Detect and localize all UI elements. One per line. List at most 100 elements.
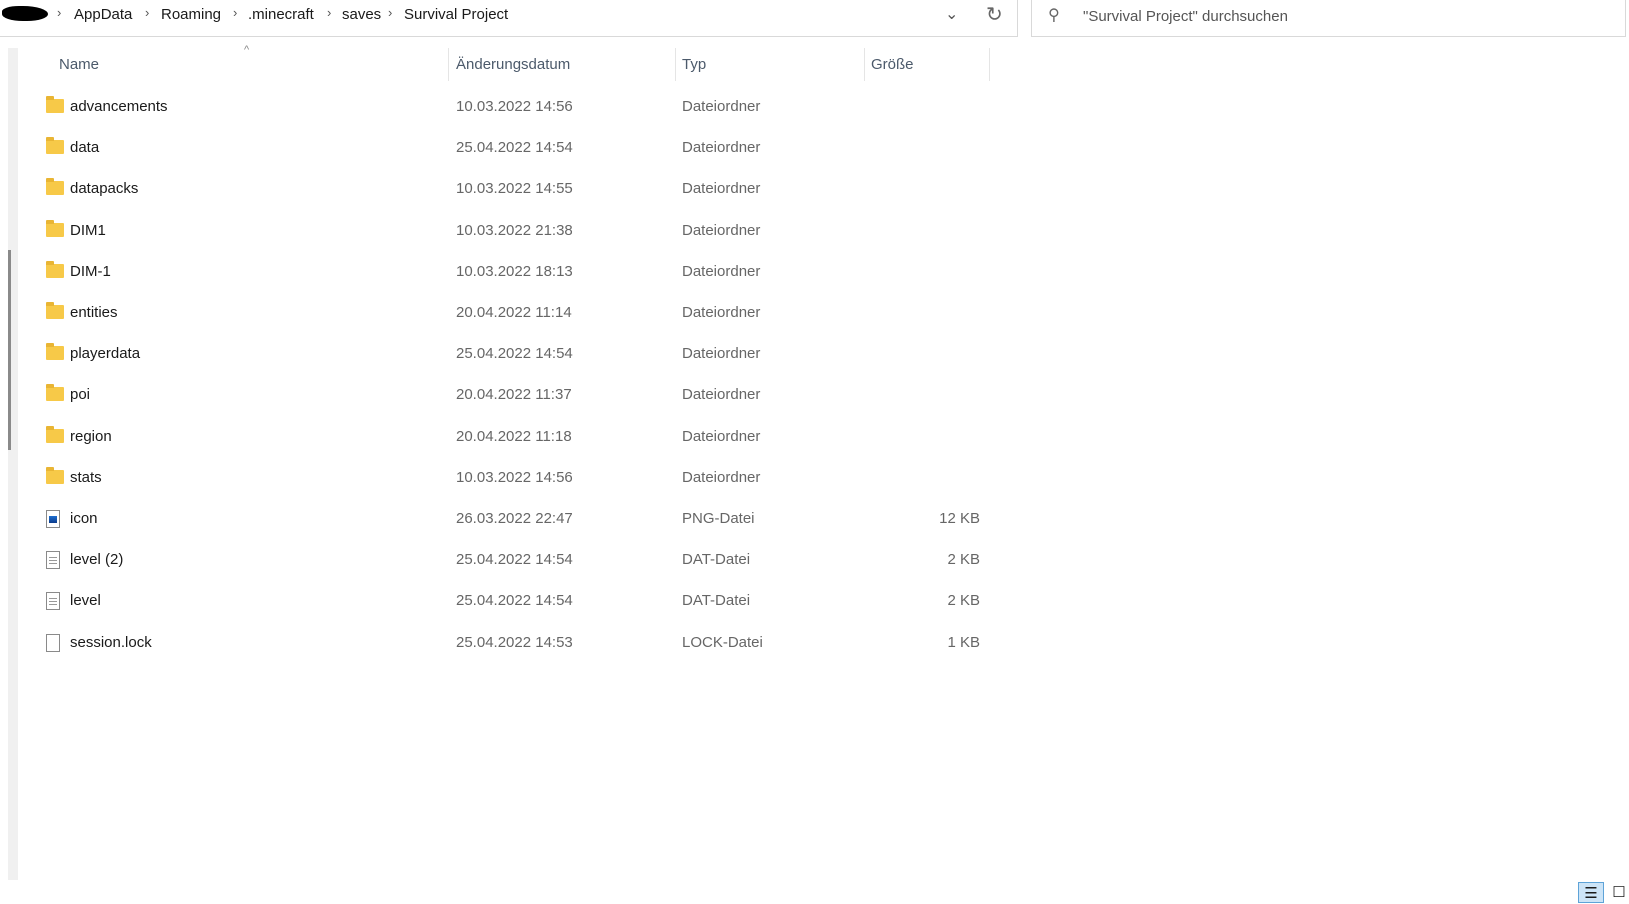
folder-icon: [46, 137, 64, 155]
file-date: 10.03.2022 14:55: [456, 180, 573, 198]
folder-icon: [46, 466, 64, 484]
file-name: datapacks: [70, 180, 139, 198]
file-date: 10.03.2022 14:56: [456, 468, 573, 486]
file-row[interactable]: DIM1 10.03.2022 21:38 Dateiordner: [40, 213, 990, 249]
file-type: Dateiordner: [682, 98, 761, 115]
chevron-down-icon[interactable]: ⌄: [945, 4, 958, 24]
breadcrumb-survival-project[interactable]: Survival Project: [404, 6, 508, 23]
file-date: 10.03.2022 14:56: [456, 98, 573, 115]
column-divider[interactable]: [675, 48, 676, 81]
file-name: DIM-1: [70, 262, 111, 280]
file-row[interactable]: level 25.04.2022 14:54 DAT-Datei 2 KB: [40, 583, 990, 619]
sort-ascending-icon: ^: [244, 44, 250, 56]
file-size: 1 KB: [947, 633, 980, 651]
file-date: 20.04.2022 11:18: [456, 427, 572, 445]
column-header-name[interactable]: Name: [59, 56, 99, 73]
file-type: DAT-Datei: [682, 592, 751, 610]
file-name: poi: [70, 386, 91, 404]
file-name: icon: [70, 510, 98, 527]
file-date: 10.03.2022 21:38: [456, 221, 573, 239]
file-date: 26.03.2022 22:47: [456, 510, 573, 527]
file-row[interactable]: entities 20.04.2022 11:14 Dateiordner: [40, 295, 990, 331]
refresh-icon[interactable]: ↻: [986, 2, 1003, 27]
file-type: Dateiordner: [682, 427, 761, 445]
scrollbar-thumb[interactable]: [8, 250, 11, 450]
details-view-icon[interactable]: ☰: [1578, 882, 1604, 903]
column-header-type[interactable]: Typ: [682, 56, 706, 73]
search-box[interactable]: ⚲ "Survival Project" durchsuchen: [1031, 0, 1626, 37]
folder-icon: [46, 219, 64, 237]
file-name: data: [70, 139, 100, 157]
file-size: 2 KB: [947, 551, 980, 569]
file-name: advancements: [70, 98, 168, 115]
redacted-user-folder: [2, 6, 48, 21]
folder-icon: [46, 178, 64, 196]
file-date: 10.03.2022 18:13: [456, 262, 573, 280]
search-input[interactable]: "Survival Project" durchsuchen: [1083, 8, 1288, 25]
file-row[interactable]: DIM-1 10.03.2022 18:13 Dateiordner: [40, 254, 990, 290]
folder-icon: [46, 384, 64, 402]
file-name: playerdata: [70, 345, 141, 363]
file-type: Dateiordner: [682, 262, 761, 280]
file-name: region: [70, 427, 112, 445]
chevron-right-icon: ›: [57, 5, 62, 20]
text-file-icon: [46, 592, 60, 611]
folder-icon: [46, 425, 64, 443]
file-type: Dateiordner: [682, 386, 761, 404]
file-row[interactable]: session.lock 25.04.2022 14:53 LOCK-Datei…: [40, 625, 990, 661]
file-row[interactable]: data 25.04.2022 14:54 Dateiordner: [40, 130, 990, 166]
column-header-size[interactable]: Größe: [871, 56, 914, 73]
file-type: DAT-Datei: [682, 551, 751, 569]
column-header-date[interactable]: Änderungsdatum: [456, 56, 570, 73]
folder-icon: [46, 343, 64, 361]
file-type: Dateiordner: [682, 304, 761, 321]
file-name: entities: [70, 304, 118, 321]
file-date: 20.04.2022 11:37: [456, 386, 572, 404]
folder-icon: [46, 302, 64, 319]
column-divider[interactable]: [864, 48, 865, 81]
chevron-right-icon: ›: [233, 5, 238, 20]
file-type: Dateiordner: [682, 468, 761, 486]
breadcrumb-minecraft[interactable]: .minecraft: [248, 6, 314, 23]
file-row[interactable]: region 20.04.2022 11:18 Dateiordner: [40, 419, 990, 455]
vertical-scrollbar[interactable]: [8, 48, 18, 880]
file-row[interactable]: stats 10.03.2022 14:56 Dateiordner: [40, 460, 990, 496]
file-row[interactable]: advancements 10.03.2022 14:56 Dateiordne…: [40, 89, 990, 125]
file-type: Dateiordner: [682, 180, 761, 198]
file-size: 12 KB: [939, 510, 980, 527]
file-row[interactable]: level (2) 25.04.2022 14:54 DAT-Datei 2 K…: [40, 542, 990, 578]
file-name: DIM1: [70, 221, 106, 239]
breadcrumb-saves[interactable]: saves: [342, 6, 381, 23]
large-icons-view-icon[interactable]: ☐: [1606, 882, 1629, 903]
file-type: Dateiordner: [682, 221, 761, 239]
file-type: Dateiordner: [682, 345, 761, 363]
file-date: 25.04.2022 14:53: [456, 633, 573, 651]
file-name: session.lock: [70, 633, 152, 651]
folder-icon: [46, 96, 64, 113]
breadcrumb-roaming[interactable]: Roaming: [161, 6, 221, 23]
file-row[interactable]: datapacks 10.03.2022 14:55 Dateiordner: [40, 171, 990, 207]
search-icon: ⚲: [1048, 7, 1060, 24]
breadcrumb-appdata[interactable]: AppData: [74, 6, 132, 23]
file-name: level (2): [70, 551, 124, 569]
blank-file-icon: [46, 633, 60, 652]
file-name: level: [70, 592, 101, 610]
file-type: PNG-Datei: [682, 510, 755, 527]
chevron-right-icon: ›: [327, 5, 332, 20]
column-divider[interactable]: [989, 48, 990, 81]
chevron-right-icon: ›: [388, 5, 393, 20]
file-row[interactable]: poi 20.04.2022 11:37 Dateiordner: [40, 377, 990, 413]
file-row[interactable]: playerdata 25.04.2022 14:54 Dateiordner: [40, 336, 990, 372]
file-row[interactable]: icon 26.03.2022 22:47 PNG-Datei 12 KB: [40, 501, 990, 537]
file-date: 25.04.2022 14:54: [456, 345, 573, 363]
file-date: 25.04.2022 14:54: [456, 551, 573, 569]
chevron-right-icon: ›: [145, 5, 150, 20]
file-date: 20.04.2022 11:14: [456, 304, 572, 321]
file-type: Dateiordner: [682, 139, 761, 157]
file-date: 25.04.2022 14:54: [456, 139, 573, 157]
file-name: stats: [70, 468, 102, 486]
column-divider[interactable]: [448, 48, 449, 81]
image-file-icon: [46, 510, 60, 528]
file-size: 2 KB: [947, 592, 980, 610]
address-bar[interactable]: › AppData › Roaming › .minecraft › saves…: [0, 0, 1018, 37]
